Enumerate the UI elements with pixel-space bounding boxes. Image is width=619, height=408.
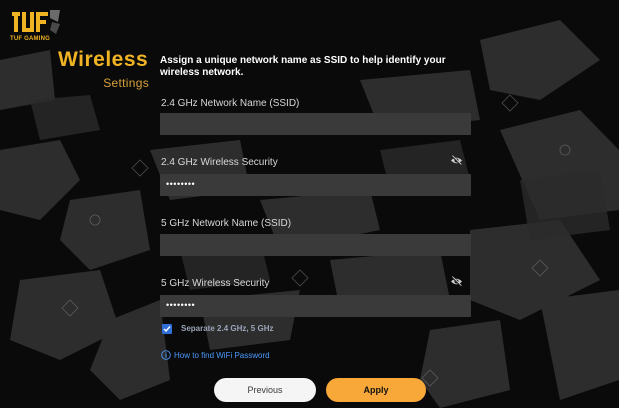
eye-slash-icon[interactable] — [450, 276, 463, 287]
info-icon — [161, 350, 171, 360]
security-5-label: 5 GHz Wireless Security — [161, 278, 270, 289]
ssid-5-label: 5 GHz Network Name (SSID) — [161, 218, 292, 229]
ssid-24-input[interactable] — [160, 113, 471, 135]
page-subtitle: Settings — [103, 76, 149, 90]
separate-bands-checkbox[interactable] — [162, 324, 172, 334]
tuf-logo-icon — [12, 10, 60, 34]
eye-slash-icon[interactable] — [450, 155, 463, 166]
separate-bands-label: Separate 2.4 GHz, 5 GHz — [181, 324, 274, 333]
security-5-value: •••••••• — [166, 300, 196, 310]
security-5-input[interactable] — [160, 295, 471, 317]
security-24-value: •••••••• — [166, 179, 196, 189]
security-24-input[interactable] — [160, 174, 471, 196]
ssid-5-input[interactable] — [160, 234, 471, 256]
security-24-label: 2.4 GHz Wireless Security — [161, 157, 278, 168]
ssid-24-label: 2.4 GHz Network Name (SSID) — [161, 98, 300, 109]
page-title: Wireless — [58, 48, 149, 71]
apply-button[interactable]: Apply — [326, 378, 426, 402]
tuf-gaming-logo: TUF GAMING — [10, 8, 62, 48]
check-icon — [163, 326, 171, 333]
wifi-password-help-link[interactable]: How to find WiFi Password — [174, 351, 270, 360]
logo-text: TUF GAMING — [10, 36, 50, 42]
previous-button[interactable]: Previous — [214, 378, 316, 402]
description-text: Assign a unique network name as SSID to … — [160, 55, 446, 78]
